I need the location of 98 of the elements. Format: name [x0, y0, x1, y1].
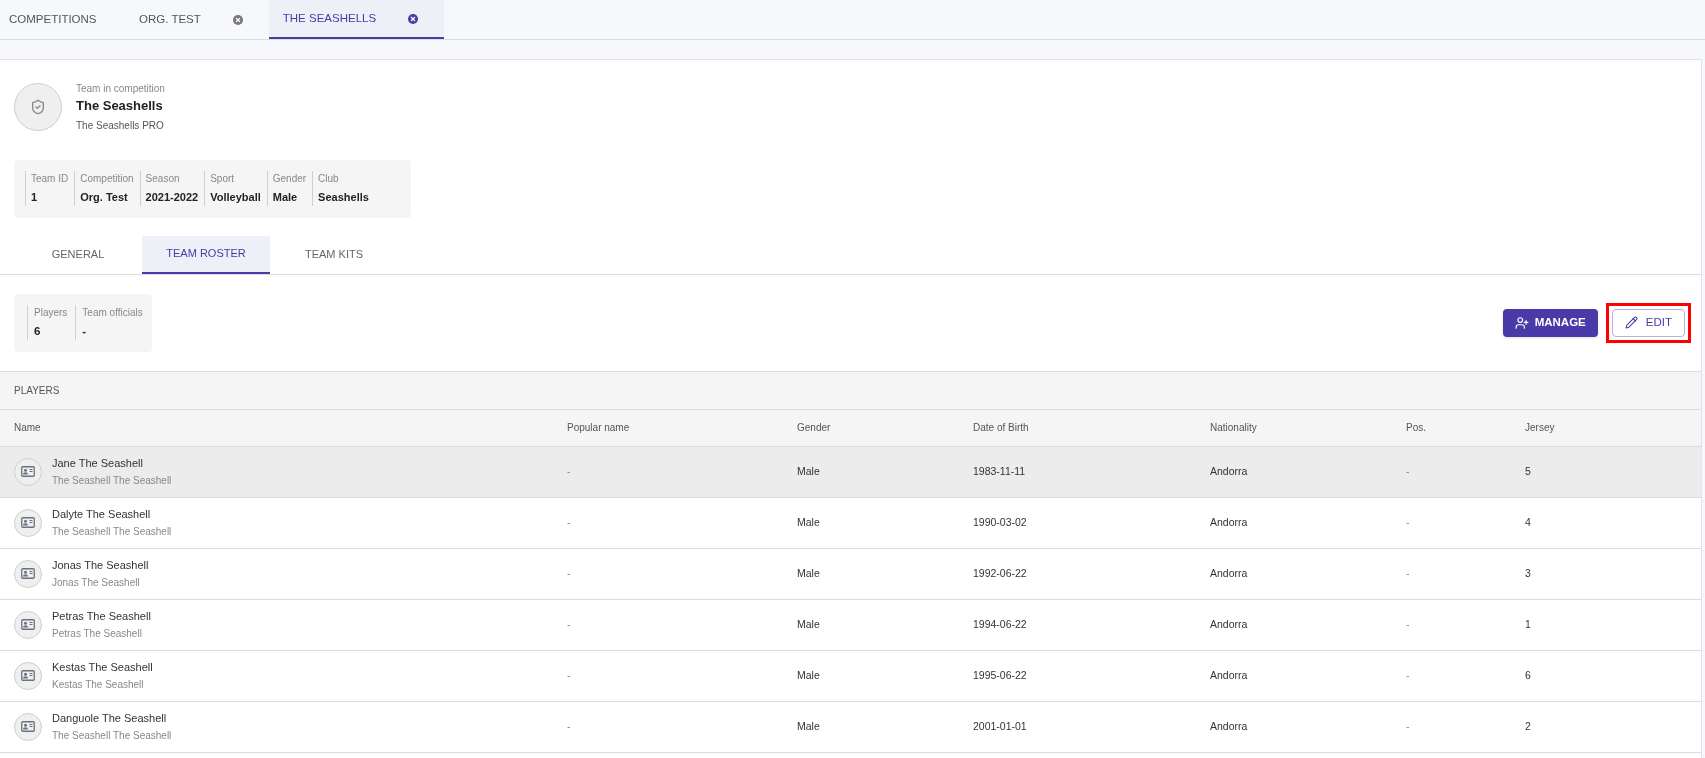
table-cell-text: 1992-06-22	[973, 565, 1028, 581]
column-header: Nationality	[1210, 421, 1258, 435]
table-cell-text: 1	[1525, 616, 1532, 632]
top-tab[interactable]: THE SEASHELLS	[268, 0, 445, 39]
table-cell-text: 2	[1525, 718, 1532, 734]
info-label: Team ID	[31, 172, 69, 187]
manage-button[interactable]: MANAGE	[1502, 308, 1598, 337]
player-name: Petras The Seashell	[52, 608, 151, 624]
section-header: PLAYERS	[0, 370, 1701, 410]
column-header: Name	[14, 421, 42, 435]
table-cell-text: 2001-01-01	[973, 718, 1028, 734]
player-subname: Petras The Seashell	[52, 627, 143, 642]
team-title: The Seashells	[76, 97, 164, 115]
tab-label: ORG. TEST	[139, 11, 201, 27]
table-cell-text: Male	[797, 463, 821, 479]
team-subtitle: The Seashells PRO	[76, 118, 165, 133]
edit-button[interactable]: EDIT	[1611, 308, 1685, 337]
table-cell-text: Male	[797, 514, 821, 530]
table-cell-text: 4	[1525, 514, 1532, 530]
caption-text: Team in competition	[76, 82, 165, 96]
player-name: Kestas The Seashell	[52, 659, 153, 675]
player-subname: The Seashell The Seashell	[52, 474, 172, 489]
stat-label: Players	[34, 305, 68, 320]
info-value: Org. Test	[80, 190, 129, 206]
info-value: 2021-2022	[145, 190, 199, 206]
id-card-icon	[21, 721, 35, 732]
shield-icon	[30, 98, 46, 115]
table-cell-text: 5	[1525, 463, 1532, 479]
info-label: Sport	[210, 172, 236, 187]
pencil-icon	[1624, 316, 1638, 329]
table-cell-text: 1994-06-22	[973, 616, 1028, 632]
table-cell-text: -	[1406, 514, 1411, 530]
table-cell-text: -	[567, 667, 572, 683]
table-cell-text: Male	[797, 616, 821, 632]
info-value: Seashells	[318, 190, 369, 206]
table-cell-text: -	[1406, 565, 1411, 581]
player-subname: Kestas The Seashell	[52, 678, 145, 693]
table-cell-text: -	[1406, 667, 1411, 683]
table-cell-text: -	[567, 718, 572, 734]
table-cell-text: -	[567, 616, 572, 632]
player-name: Jane The Seashell	[52, 455, 144, 471]
tab-label: THE SEASHELLS	[282, 10, 377, 26]
table-cell-text: 3	[1525, 565, 1532, 581]
column-header: Pos.	[1406, 421, 1427, 435]
close-icon[interactable]	[232, 14, 243, 25]
stat-label: Team officials	[82, 305, 143, 320]
top-tab[interactable]: COMPETITIONS	[0, 0, 130, 39]
stat-value: 6	[34, 323, 42, 339]
section-tab[interactable]: GENERAL	[14, 235, 142, 274]
top-tab[interactable]: ORG. TEST	[130, 0, 269, 39]
table-cell-text: Male	[797, 667, 821, 683]
column-header: Jersey	[1525, 421, 1556, 435]
table-cell-text: Andorra	[1210, 667, 1249, 683]
table-cell-text: -	[567, 565, 572, 581]
table-cell-text: Male	[797, 718, 821, 734]
player-name: Dalyte The Seashell	[52, 506, 152, 522]
info-value: Male	[272, 190, 299, 206]
table-cell-text: 6	[1525, 667, 1532, 683]
add-user-icon	[1514, 315, 1529, 330]
column-header: Date of Birth	[973, 421, 1030, 435]
info-value: Volleyball	[210, 190, 261, 206]
tab-label: COMPETITIONS	[9, 11, 97, 27]
section-tab[interactable]: TEAM KITS	[270, 235, 398, 274]
table-cell-text: -	[567, 514, 572, 530]
info-value: 1	[31, 190, 39, 206]
table-cell-text: Andorra	[1210, 718, 1249, 734]
info-label: Competition	[80, 172, 134, 187]
table-cell-text: Male	[797, 565, 821, 581]
player-name: Danguole The Seashell	[52, 710, 168, 726]
close-icon[interactable]	[408, 13, 419, 24]
table-cell-text: Andorra	[1210, 565, 1249, 581]
table-cell-text: Andorra	[1210, 514, 1249, 530]
player-subname: The Seashell The Seashell	[52, 729, 172, 744]
id-card-icon	[21, 517, 35, 528]
player-name: Jonas The Seashell	[52, 557, 149, 573]
table-cell-text: -	[1406, 718, 1411, 734]
table-cell-text: -	[567, 463, 572, 479]
table-cell-text: 1995-06-22	[973, 667, 1028, 683]
id-card-icon	[21, 568, 35, 579]
table-cell-text: Andorra	[1210, 463, 1249, 479]
table-cell-text: -	[1406, 463, 1411, 479]
id-card-icon	[21, 466, 35, 477]
stat-value: -	[82, 323, 88, 339]
table-cell-text: Andorra	[1210, 616, 1249, 632]
table-cell-text: 1990-03-02	[973, 514, 1028, 530]
info-label: Season	[145, 172, 181, 187]
section-tab[interactable]: TEAM ROSTER	[142, 235, 270, 274]
player-subname: Jonas The Seashell	[52, 576, 141, 591]
player-subname: The Seashell The Seashell	[52, 525, 172, 540]
info-label: Club	[318, 172, 340, 187]
table-cell-text: -	[1406, 616, 1411, 632]
id-card-icon	[21, 619, 35, 630]
column-header: Popular name	[567, 421, 631, 435]
player-row[interactable]: Jane The Seashell The Seashell The Seashell - Male 1983-11-11 Andorra - 5	[0, 446, 1701, 498]
table-cell-text: 1983-11-11	[973, 463, 1027, 479]
id-card-icon	[21, 670, 35, 681]
column-header: Gender	[797, 421, 832, 435]
info-label: Gender	[272, 172, 307, 187]
